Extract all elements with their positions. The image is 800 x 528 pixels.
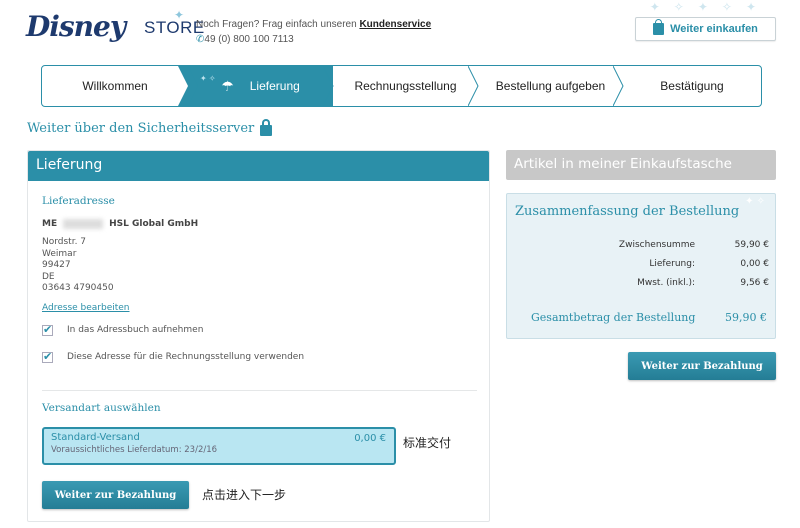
step-willkommen[interactable]: Willkommen xyxy=(42,66,198,106)
step-separator-icon xyxy=(468,66,479,106)
checkout-steps: Willkommen ✦ ✧ ☂ Lieferung Rechnungsstel… xyxy=(41,65,762,107)
summary-label: Zwischensumme xyxy=(618,240,695,250)
step-label: Bestätigung xyxy=(660,79,724,93)
secure-server-notice: Weiter über den Sicherheitsserver xyxy=(27,119,273,136)
summary-label: Mwst. (inkl.): xyxy=(637,278,695,288)
address-block: Nordstr. 7 Weimar 99427 DE 03643 4790450 xyxy=(42,237,475,295)
address-name: ME HSL Global GmbH xyxy=(42,219,475,229)
decorative-sparkles-icon: ✦✧✦✧✦ xyxy=(649,0,770,14)
disney-store-logo[interactable]: Disney STORE ✦ xyxy=(26,8,204,52)
continue-to-payment-button[interactable]: Weiter zur Bezahlung xyxy=(42,481,189,509)
shipping-method-title: Versandart auswählen xyxy=(42,402,161,414)
character-umbrella-icon: ☂ xyxy=(221,77,234,94)
cart-items-header[interactable]: Artikel in meiner Einkaufstasche xyxy=(506,150,776,180)
address-phone: 03643 4790450 xyxy=(42,283,114,293)
lock-icon xyxy=(260,119,273,136)
phone-text: 49 (0) 800 100 7113 xyxy=(204,34,294,45)
address-city: Weimar xyxy=(42,248,77,259)
edit-address-link[interactable]: Adresse bearbeiten xyxy=(42,303,130,313)
phone-number: ✆49 (0) 800 100 7113 xyxy=(196,34,294,45)
billing-option: Diese Adresse für die Rechnungsstellung … xyxy=(42,350,475,363)
help-label: Noch Fragen? Frag einfach unseren xyxy=(196,19,357,30)
address-zip: 99427 xyxy=(42,260,71,270)
step-bestellung-aufgeben[interactable]: Bestellung aufgeben xyxy=(478,66,624,106)
billing-address-checkbox[interactable] xyxy=(42,350,53,363)
step-separator-icon xyxy=(613,66,624,106)
address-country: DE xyxy=(42,271,55,282)
step-label: Rechnungsstellung xyxy=(354,79,457,93)
step-label: Willkommen xyxy=(82,79,148,93)
address-name-suffix: HSL Global GmbH xyxy=(109,219,199,229)
addressbook-option: In das Adressbuch aufnehmen xyxy=(42,323,475,336)
shipping-option-standard[interactable]: Standard-Versand 0,00 € Voraussichtliche… xyxy=(42,427,396,465)
shopping-bag-icon xyxy=(653,19,665,35)
delivery-address-title: Lieferadresse xyxy=(42,195,115,207)
delivery-panel: Lieferung Lieferadresse ME HSL Global Gm… xyxy=(27,150,490,522)
continue-shopping-label: Weiter einkaufen xyxy=(670,23,758,35)
logo-disney-text: Disney xyxy=(26,10,126,43)
shipping-option-price: 0,00 € xyxy=(354,433,386,444)
address-street: Nordstr. 7 xyxy=(42,237,87,247)
shipping-option-name: Standard-Versand xyxy=(51,432,140,443)
billing-address-label: Diese Adresse für die Rechnungsstellung … xyxy=(67,352,305,362)
summary-value: 59,90 € xyxy=(734,240,769,250)
summary-label: Lieferung: xyxy=(649,259,695,269)
order-summary: Zusammenfassung der Bestellung ✦ ✧ Zwisc… xyxy=(506,193,776,339)
step-lieferung[interactable]: ✦ ✧ ☂ Lieferung xyxy=(188,66,334,106)
customer-service-link[interactable]: Kundenservice xyxy=(359,19,431,30)
addressbook-label: In das Adressbuch aufnehmen xyxy=(67,325,204,335)
step-label: Bestellung aufgeben xyxy=(495,79,606,93)
address-name-prefix: ME xyxy=(42,219,58,229)
delivery-heading: Lieferung xyxy=(28,151,489,181)
step-separator-icon xyxy=(178,66,198,106)
sparkle-icon: ✦ xyxy=(174,8,185,22)
sparkle-icon: ✦ ✧ xyxy=(745,196,765,207)
sparkle-icon: ✦ ✧ xyxy=(200,74,216,83)
step-rechnungsstellung[interactable]: Rechnungsstellung xyxy=(333,66,479,106)
annotation-standard-delivery: 标准交付 xyxy=(403,436,452,450)
continue-shopping-button[interactable]: Weiter einkaufen xyxy=(635,17,776,41)
summary-continue-to-payment-button[interactable]: Weiter zur Bezahlung xyxy=(628,352,776,380)
step-separator-icon xyxy=(323,66,334,106)
help-text: Noch Fragen? Frag einfach unseren Kunden… xyxy=(196,19,431,30)
annotation-next-step: 点击进入下一步 xyxy=(202,488,287,502)
order-total-value: 59,90 € xyxy=(725,311,767,324)
section-divider xyxy=(42,390,477,391)
addressbook-checkbox[interactable] xyxy=(42,323,53,336)
redacted-text xyxy=(63,219,104,229)
order-total-label: Gesamtbetrag der Bestellung xyxy=(531,311,696,324)
summary-title: Zusammenfassung der Bestellung xyxy=(515,204,740,219)
step-bestaetigung[interactable]: Bestätigung xyxy=(623,66,761,106)
step-label: Lieferung xyxy=(249,79,300,93)
summary-value: 0,00 € xyxy=(740,259,769,269)
shipping-option-date: Voraussichtliches Lieferdatum: 23/2/16 xyxy=(51,445,218,455)
secure-text: Weiter über den Sicherheitsserver xyxy=(27,121,255,136)
summary-value: 9,56 € xyxy=(740,278,769,288)
